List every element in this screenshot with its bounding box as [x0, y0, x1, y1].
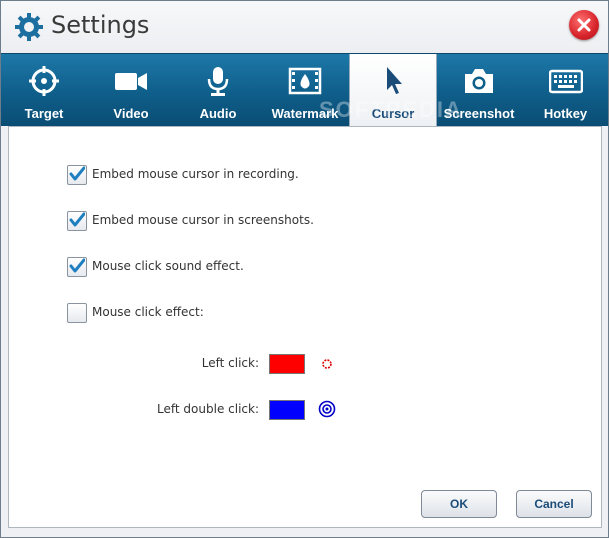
- checkbox-click-effect[interactable]: [67, 303, 87, 323]
- checkbox-embed-cursor-recording[interactable]: [67, 165, 87, 185]
- checkmark-icon: [69, 166, 85, 181]
- cancel-button[interactable]: Cancel: [516, 490, 592, 518]
- left-double-click-label: Left double click:: [157, 402, 259, 416]
- camera-icon: [465, 69, 493, 93]
- option-label: Embed mouse cursor in screenshots.: [92, 213, 314, 227]
- tab-label: Target: [24, 106, 64, 121]
- cursor-settings-panel: Embed mouse cursor in recording. Embed m…: [8, 126, 602, 528]
- close-button[interactable]: [569, 10, 599, 40]
- keyboard-icon: [548, 69, 583, 94]
- microphone-icon: [207, 67, 229, 96]
- tab-target[interactable]: Target: [1, 54, 87, 126]
- tab-bar: Target Video Audio Watermark Cursor Scre…: [1, 53, 608, 126]
- checkbox-embed-cursor-screenshots[interactable]: [67, 211, 87, 231]
- tab-screenshot[interactable]: Screenshot: [435, 54, 523, 126]
- tab-label: Video: [113, 106, 149, 121]
- target-icon: [29, 66, 59, 96]
- option-label: Embed mouse cursor in recording.: [92, 167, 299, 181]
- option-label: Mouse click effect:: [92, 305, 204, 319]
- tab-label: Hotkey: [543, 106, 588, 121]
- tab-hotkey[interactable]: Hotkey: [523, 54, 608, 126]
- tab-label: Watermark: [271, 106, 339, 121]
- cursor-arrow-icon: [387, 67, 402, 94]
- tab-label: Screenshot: [443, 106, 515, 121]
- gear-icon: [15, 13, 43, 41]
- checkbox-click-sound-effect[interactable]: [67, 257, 87, 277]
- checkmark-icon: [69, 212, 85, 227]
- tab-cursor[interactable]: Cursor: [349, 54, 437, 126]
- close-icon: [577, 18, 591, 32]
- tab-label: Cursor: [371, 106, 415, 121]
- checkmark-icon: [69, 258, 85, 273]
- blue-double-circle-icon: [318, 400, 336, 418]
- option-label: Mouse click sound effect.: [92, 259, 244, 273]
- red-dotted-circle-icon: [322, 359, 332, 369]
- settings-window: Settings Target Video Audio Watermark Cu…: [0, 0, 609, 538]
- film-droplet-icon: [288, 67, 322, 95]
- left-click-label: Left click:: [201, 356, 259, 370]
- tab-audio[interactable]: Audio: [175, 54, 261, 126]
- left-double-click-color-swatch[interactable]: [269, 400, 305, 420]
- tab-label: Audio: [199, 106, 237, 121]
- ok-button[interactable]: OK: [421, 490, 497, 518]
- tab-video[interactable]: Video: [87, 54, 175, 126]
- title-bar: Settings: [1, 1, 608, 53]
- left-click-color-swatch[interactable]: [269, 354, 305, 374]
- window-title: Settings: [51, 11, 150, 39]
- tab-watermark[interactable]: Watermark: [261, 54, 349, 126]
- video-camera-icon: [115, 73, 147, 90]
